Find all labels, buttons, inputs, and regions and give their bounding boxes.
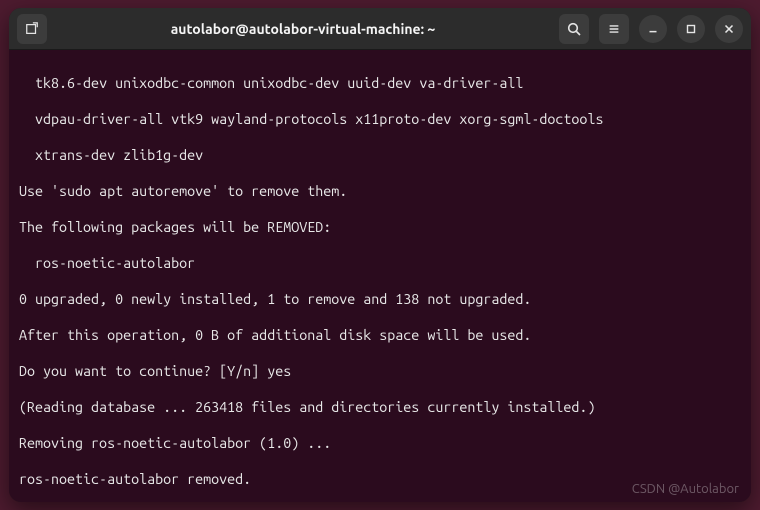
output-line: vdpau-driver-all vtk9 wayland-protocols … [19,110,741,128]
close-button[interactable] [715,15,743,43]
output-line: Use 'sudo apt autoremove' to remove them… [19,182,741,200]
output-line: tk8.6-dev unixodbc-common unixodbc-dev u… [19,74,741,92]
output-line: ros-noetic-autolabor [19,254,741,272]
minimize-icon [646,22,660,36]
new-tab-icon [25,22,39,36]
output-line: Removing ros-noetic-autolabor (1.0) ... [19,434,741,452]
watermark: CSDN @Autolabor [632,480,739,498]
titlebar: autolabor@autolabor-virtual-machine: ~ [9,8,751,50]
window-title: autolabor@autolabor-virtual-machine: ~ [47,21,559,37]
search-icon [566,21,582,37]
terminal-window: autolabor@autolabor-virtual-machine: ~ t… [9,8,751,502]
terminal-body[interactable]: tk8.6-dev unixodbc-common unixodbc-dev u… [9,50,751,502]
output-line: After this operation, 0 B of additional … [19,326,741,344]
minimize-button[interactable] [639,15,667,43]
output-line: 0 upgraded, 0 newly installed, 1 to remo… [19,290,741,308]
menu-button[interactable] [599,14,629,44]
close-icon [722,22,736,36]
output-line: Do you want to continue? [Y/n] yes [19,362,741,380]
output-line: The following packages will be REMOVED: [19,218,741,236]
output-line: (Reading database ... 263418 files and d… [19,398,741,416]
output-line: xtrans-dev zlib1g-dev [19,146,741,164]
new-tab-button[interactable] [17,14,47,44]
maximize-icon [684,22,698,36]
search-button[interactable] [559,14,589,44]
maximize-button[interactable] [677,15,705,43]
hamburger-icon [607,22,621,36]
